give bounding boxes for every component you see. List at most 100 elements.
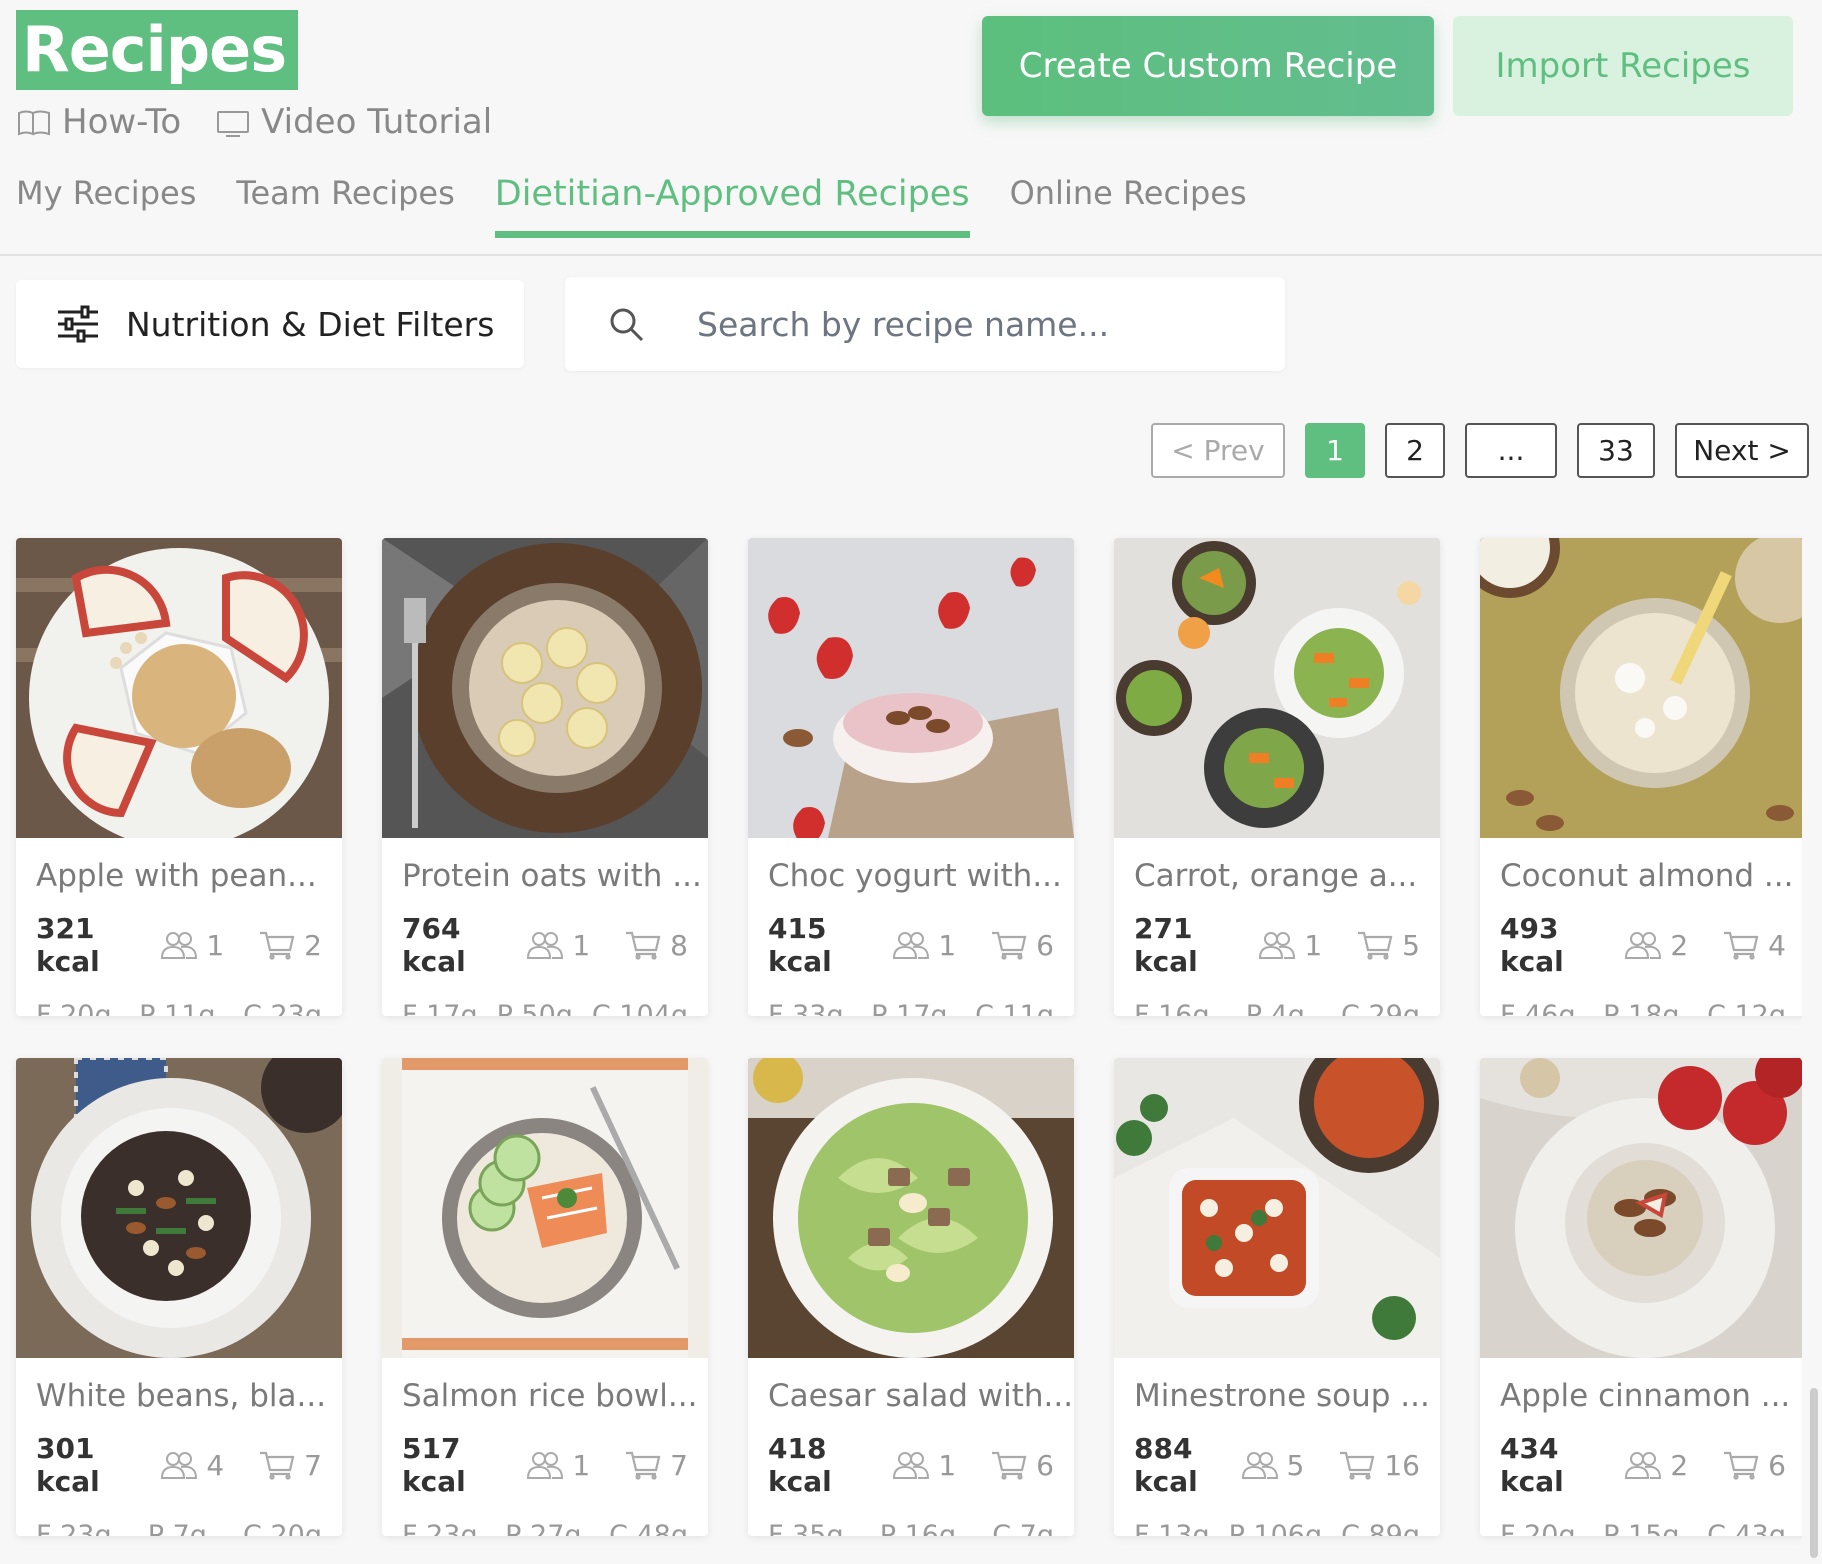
prev-page-button[interactable]: < Prev (1151, 423, 1285, 478)
recipe-ingredient-count: 7 (624, 1449, 688, 1482)
servings-icon (1625, 932, 1662, 959)
page-2-button[interactable]: 2 (1385, 423, 1445, 478)
recipe-name[interactable]: White beans, bla... (16, 1358, 342, 1414)
recipe-photo[interactable] (382, 1058, 708, 1358)
carbs-value: C 48g (609, 1520, 688, 1536)
tab-my-recipes[interactable]: My Recipes (16, 174, 196, 236)
recipe-ingredient-count: 2 (258, 929, 322, 962)
tab-dietitian-approved-recipes[interactable]: Dietitian-Approved Recipes (494, 174, 970, 238)
recipe-name[interactable]: Choc yogurt with... (748, 838, 1074, 894)
fat-value: F 35g (768, 1520, 844, 1536)
cart-icon (260, 1451, 295, 1480)
recipe-card[interactable]: Apple cinnamon ... 434 kcal 2 6 F 20g P … (1480, 1058, 1802, 1536)
tabs-divider (0, 254, 1822, 256)
page-33-button[interactable]: 33 (1577, 423, 1655, 478)
recipe-card[interactable]: Carrot, orange a... 271 kcal 1 5 F 16g P… (1114, 538, 1440, 1016)
recipe-name[interactable]: Coconut almond ... (1480, 838, 1802, 894)
create-custom-recipe-button[interactable]: Create Custom Recipe (982, 16, 1434, 116)
recipe-photo[interactable] (1114, 1058, 1440, 1358)
recipe-macros: F 35g P 16g C 7g (748, 1498, 1074, 1536)
tab-team-recipes[interactable]: Team Recipes (236, 174, 454, 236)
recipe-servings: 4 (160, 1449, 224, 1482)
recipe-photo[interactable] (1480, 538, 1802, 838)
recipe-ingredient-count: 5 (1356, 929, 1420, 962)
servings-count: 4 (206, 1448, 225, 1482)
carbs-value: C 20g (243, 1520, 322, 1536)
servings-icon (527, 932, 564, 959)
recipe-kcal: 321 kcal (36, 912, 100, 978)
recipe-card[interactable]: Choc yogurt with... 415 kcal 1 6 F 33g P… (748, 538, 1074, 1016)
page-1-button[interactable]: 1 (1305, 423, 1365, 478)
ingredient-count: 6 (1036, 928, 1054, 962)
recipe-kcal: 884 kcal (1134, 1432, 1198, 1498)
recipe-name[interactable]: Apple with pean... (16, 838, 342, 894)
ingredient-count: 6 (1768, 1448, 1786, 1482)
recipe-macros: F 16g P 4g C 29g (1114, 978, 1440, 1016)
recipe-search-input[interactable] (697, 304, 1257, 344)
recipe-photo[interactable] (1480, 1058, 1802, 1358)
recipe-card[interactable]: Coconut almond ... 493 kcal 2 4 F 46g P … (1480, 538, 1802, 1016)
recipe-kcal: 517 kcal (402, 1432, 466, 1498)
recipe-name[interactable]: Carrot, orange a... (1114, 838, 1440, 894)
recipe-card[interactable]: Caesar salad with... 418 kcal 1 6 F 35g … (748, 1058, 1074, 1536)
servings-count: 1 (938, 928, 957, 962)
fat-value: F 33g (768, 1000, 844, 1016)
fat-value: F 23g (402, 1520, 478, 1536)
recipe-macros: F 20g P 15g C 43g (1480, 1498, 1802, 1536)
fat-value: F 20g (1500, 1520, 1576, 1536)
recipe-servings: 1 (892, 929, 956, 962)
recipe-name[interactable]: Protein oats with ... (382, 838, 708, 894)
recipe-servings: 1 (526, 929, 590, 962)
recipe-servings: 5 (1241, 1449, 1304, 1482)
cart-icon (1358, 931, 1393, 960)
cart-icon (260, 931, 295, 960)
recipe-kcal: 415 kcal (768, 912, 832, 978)
recipe-card[interactable]: Protein oats with ... 764 kcal 1 8 F 17g… (382, 538, 708, 1016)
recipe-photo[interactable] (16, 1058, 342, 1358)
recipe-name[interactable]: Minestrone soup ... (1114, 1358, 1440, 1414)
carbs-value: C 89g (1341, 1520, 1420, 1536)
recipe-card[interactable]: Salmon rice bowl... 517 kcal 1 7 F 23g P… (382, 1058, 708, 1536)
servings-icon (893, 932, 930, 959)
recipe-stats: 517 kcal 1 7 (382, 1414, 708, 1498)
recipe-ingredient-count: 16 (1338, 1449, 1420, 1482)
recipe-photo[interactable] (1114, 538, 1440, 838)
recipe-stats: 321 kcal 1 2 (16, 894, 342, 978)
scrollbar[interactable] (1810, 1388, 1818, 1558)
sliders-icon (58, 305, 98, 343)
servings-icon (161, 1452, 198, 1479)
recipe-stats: 493 kcal 2 4 (1480, 894, 1802, 978)
recipe-card[interactable]: Minestrone soup ... 884 kcal 5 16 F 13g … (1114, 1058, 1440, 1536)
recipe-name[interactable]: Caesar salad with... (748, 1358, 1074, 1414)
servings-icon (1241, 1452, 1278, 1479)
recipe-name[interactable]: Apple cinnamon ... (1480, 1358, 1802, 1414)
recipe-image (382, 1058, 708, 1358)
fat-value: F 16g (1134, 1000, 1210, 1016)
recipe-photo[interactable] (382, 538, 708, 838)
recipe-card[interactable]: White beans, bla... 301 kcal 4 7 F 23g P… (16, 1058, 342, 1536)
servings-count: 1 (572, 1448, 591, 1482)
carbs-value: C 11g (975, 1000, 1054, 1016)
video-tutorial-link[interactable]: Video Tutorial (215, 102, 492, 142)
nutrition-diet-filters-button[interactable]: Nutrition & Diet Filters (16, 280, 524, 368)
recipe-card[interactable]: Apple with pean... 321 kcal 1 2 F 20g P … (16, 538, 342, 1016)
tab-online-recipes[interactable]: Online Recipes (1010, 174, 1247, 236)
protein-value: P 11g (139, 1000, 216, 1016)
servings-count: 1 (1304, 928, 1323, 962)
ingredient-count: 7 (670, 1448, 688, 1482)
recipe-servings: 1 (526, 1449, 590, 1482)
recipe-image (16, 1058, 342, 1358)
recipe-image (748, 1058, 1074, 1358)
recipe-photo[interactable] (748, 1058, 1074, 1358)
carbs-value: C 104g (591, 1000, 688, 1016)
recipe-grid: Apple with pean... 321 kcal 1 2 F 20g P … (0, 510, 1802, 1564)
recipe-photo[interactable] (16, 538, 342, 838)
recipe-image (1480, 538, 1802, 838)
recipe-photo[interactable] (748, 538, 1074, 838)
ingredient-count: 6 (1036, 1448, 1054, 1482)
protein-value: P 18g (1603, 1000, 1680, 1016)
recipe-name[interactable]: Salmon rice bowl... (382, 1358, 708, 1414)
import-recipes-button[interactable]: Import Recipes (1453, 16, 1793, 116)
how-to-link[interactable]: How-To (16, 102, 181, 142)
next-page-button[interactable]: Next > (1675, 423, 1809, 478)
